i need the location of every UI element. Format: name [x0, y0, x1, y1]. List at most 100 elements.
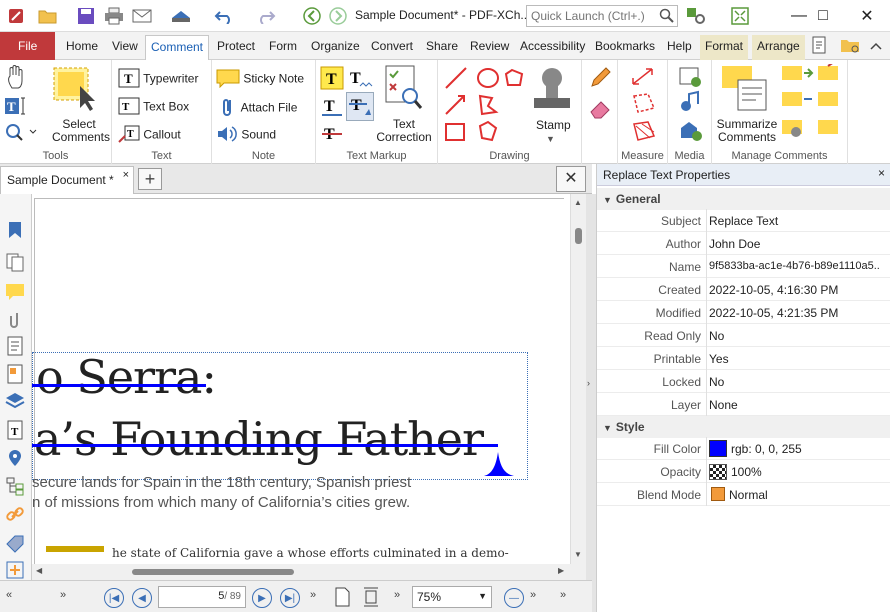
open-folder-icon[interactable]	[38, 6, 58, 26]
document-canvas[interactable]: o Serra: a’s Founding Father secure land…	[32, 194, 570, 564]
stamp-icon[interactable]	[530, 64, 574, 119]
manage-comments-icons[interactable]	[780, 64, 844, 144]
tab-comment[interactable]: Comment	[145, 35, 210, 60]
vertical-scroll-thumb[interactable]	[575, 228, 582, 244]
folder-search-icon[interactable]	[840, 36, 860, 56]
property-row-fill-color[interactable]: Fill Color rgb: 0, 0, 255	[597, 437, 890, 460]
section-style[interactable]: ▼ Style	[597, 416, 890, 438]
tab-accessibility[interactable]: Accessibility	[515, 35, 590, 60]
fit-width-chevron-icon[interactable]: »	[394, 589, 400, 601]
content-panel-icon[interactable]	[5, 336, 25, 356]
print-icon[interactable]	[104, 6, 124, 26]
property-row-locked[interactable]: Locked No	[597, 370, 890, 393]
new-tab-button[interactable]: +	[138, 168, 162, 190]
squiggly-text-icon[interactable]: T	[348, 66, 374, 93]
tab-home[interactable]: Home	[61, 35, 103, 60]
stamp-button[interactable]: Stamp	[536, 118, 571, 132]
sound-button[interactable]: Sound	[216, 124, 276, 147]
tags-panel-icon[interactable]	[5, 364, 25, 384]
property-row-name[interactable]: Name 9f5833ba-ac1e-4b76-b89e1110a5..	[597, 255, 890, 278]
document-properties-icon[interactable]	[810, 36, 830, 56]
strikeout-text-icon[interactable]: T	[320, 122, 344, 149]
zoom-out-icon[interactable]: —	[504, 588, 524, 608]
underline-text-icon[interactable]: T	[320, 94, 344, 121]
select-text-icon[interactable]: T	[4, 96, 30, 119]
tab-arrange[interactable]: Arrange	[752, 35, 805, 60]
email-icon[interactable]	[132, 6, 152, 26]
vertical-scrollbar[interactable]: ▲ ▼	[570, 194, 586, 564]
tab-bookmarks[interactable]: Bookmarks	[590, 35, 660, 60]
attachments-panel-icon[interactable]	[5, 310, 25, 330]
links-panel-icon[interactable]	[5, 504, 25, 524]
tab-share[interactable]: Share	[421, 35, 463, 60]
first-page-icon[interactable]: |◀	[104, 588, 124, 608]
horizontal-scroll-thumb[interactable]	[132, 569, 294, 575]
quick-launch-input[interactable]	[526, 5, 678, 27]
fit-page-icon[interactable]	[362, 587, 380, 610]
fill-color-swatch[interactable]	[709, 440, 727, 457]
property-row-layer[interactable]: Layer None	[597, 393, 890, 416]
scroll-right-icon[interactable]: ▶	[558, 566, 564, 575]
back-nav-icon[interactable]	[302, 6, 322, 26]
collapse-ribbon-icon[interactable]	[866, 36, 886, 56]
horizontal-scrollbar[interactable]: ◀ ▶	[32, 564, 586, 580]
scroll-left-icon[interactable]: ◀	[36, 566, 42, 575]
callout-button[interactable]: T Callout	[118, 124, 181, 147]
maximize-button[interactable]: □	[800, 0, 846, 32]
eraser-icon[interactable]	[588, 96, 612, 123]
tab-file[interactable]: File	[0, 32, 56, 60]
close-tab-icon[interactable]: ×	[123, 169, 129, 181]
scroll-down-icon[interactable]: ▼	[574, 550, 582, 559]
media-tools-icons[interactable]	[678, 66, 704, 146]
zoom-dropdown-chevron-icon[interactable]: ▼	[478, 591, 487, 601]
panel-splitter[interactable]: ›	[586, 194, 596, 612]
property-row-created[interactable]: Created 2022-10-05, 4:16:30 PM	[597, 278, 890, 301]
sticky-note-button[interactable]: Sticky Note	[216, 68, 304, 91]
zoom-select[interactable]: 75% ▼	[412, 586, 492, 608]
tab-form[interactable]: Form	[264, 35, 302, 60]
tab-view[interactable]: View	[107, 35, 143, 60]
scan-icon[interactable]	[170, 6, 190, 26]
select-comments-icon[interactable]	[52, 64, 100, 115]
status-options-chevron-icon[interactable]: «	[6, 589, 12, 601]
status-end-chevron-icon[interactable]: »	[560, 589, 566, 601]
next-page-icon[interactable]: ▶	[252, 588, 272, 608]
select-comments-button[interactable]: Select Comments	[52, 118, 110, 144]
text-correction-icon[interactable]	[384, 64, 424, 115]
property-row-opacity[interactable]: Opacity 100%	[597, 460, 890, 483]
scroll-up-icon[interactable]: ▲	[574, 198, 582, 207]
redo-icon[interactable]	[256, 6, 276, 26]
tab-organize[interactable]: Organize	[306, 35, 365, 60]
close-document-button[interactable]: ✕	[556, 166, 586, 192]
stamp-dropdown-chevron-icon[interactable]: ▼	[546, 134, 555, 144]
drawing-shapes-icons[interactable]	[444, 66, 534, 144]
tab-protect[interactable]: Protect	[212, 35, 260, 60]
close-panel-icon[interactable]: ×	[878, 166, 885, 180]
text-box-button[interactable]: T Text Box	[118, 96, 189, 119]
measure-tools-icons[interactable]	[630, 66, 658, 146]
thumbnails-panel-icon[interactable]	[5, 252, 25, 272]
previous-page-icon[interactable]: ◀	[132, 588, 152, 608]
document-tab[interactable]: Sample Document * ×	[0, 166, 134, 194]
replace-text-icon[interactable]: T	[346, 92, 374, 121]
undo-icon[interactable]	[214, 6, 234, 26]
section-general[interactable]: ▼ General	[597, 188, 890, 210]
summarize-comments-button[interactable]: Summarize Comments	[712, 118, 782, 144]
page-number-field[interactable]: 5/ 89	[158, 586, 246, 608]
save-icon[interactable]	[76, 6, 96, 26]
close-window-button[interactable]: ✕	[844, 0, 890, 32]
last-page-icon[interactable]: ▶|	[280, 588, 300, 608]
status-collapse-chevron-icon[interactable]: »	[60, 589, 66, 601]
property-row-subject[interactable]: Subject Replace Text	[597, 209, 890, 232]
highlight-text-icon[interactable]: T	[320, 66, 344, 93]
forward-nav-icon[interactable]	[328, 6, 348, 26]
tab-review[interactable]: Review	[465, 35, 514, 60]
hand-tool-icon[interactable]	[6, 64, 28, 93]
comments-panel-icon[interactable]	[5, 282, 25, 302]
tab-convert[interactable]: Convert	[366, 35, 418, 60]
pencil-icon[interactable]	[588, 66, 612, 93]
optimize-panel-icon[interactable]	[5, 560, 25, 580]
splitter-arrow-icon[interactable]: ›	[587, 378, 590, 388]
text-correction-button[interactable]: Text Correction	[374, 118, 434, 144]
zoom-tool-icon[interactable]	[4, 122, 38, 145]
